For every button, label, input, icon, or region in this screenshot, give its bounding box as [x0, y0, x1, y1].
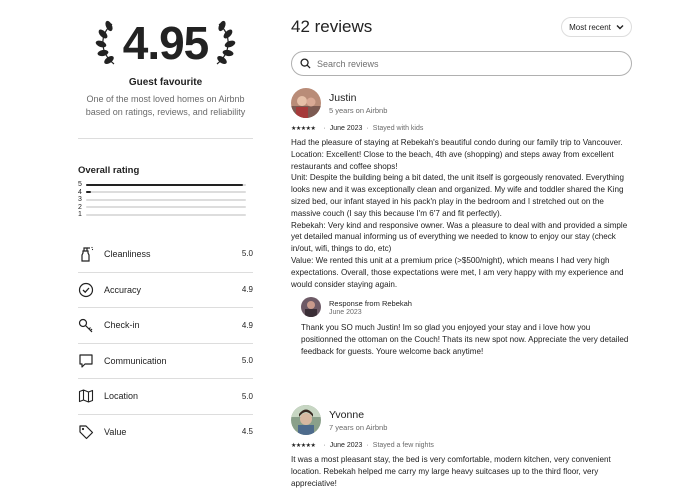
category-rating-check-in: Check-in 4.9	[78, 307, 253, 343]
host-response-title: Response from Rebekah	[329, 298, 412, 308]
overall-rating-title: Overall rating	[78, 165, 140, 176]
separator-dot: ·	[323, 442, 326, 449]
category-value: 4.5	[241, 427, 253, 437]
key-icon	[78, 317, 94, 333]
category-label: Location	[104, 391, 139, 402]
rating-bar-row: 3	[78, 196, 253, 204]
rating-bar-track	[86, 183, 246, 186]
search-input[interactable]	[317, 58, 617, 69]
rating-bar-row: 1	[78, 211, 253, 219]
rating-bar-fill	[86, 191, 91, 194]
category-rating-accuracy: Accuracy 4.9	[78, 271, 253, 308]
review-header: Justin 5 years on Airbnb	[291, 88, 633, 118]
category-value: 4.9	[241, 320, 253, 330]
stay-type: Stayed a few nights	[372, 442, 434, 449]
separator-dot: ·	[323, 125, 326, 132]
review-text: Had the pleasure of staying at Rebekah's…	[291, 138, 628, 289]
rating-bar-label: 2	[78, 203, 82, 211]
category-label: Check-in	[104, 320, 140, 331]
sort-dropdown[interactable]: Most recent	[561, 17, 632, 37]
reviewer-tenure: 7 years on Airbnb	[329, 422, 388, 432]
spray-bottle-icon	[78, 246, 94, 262]
category-rating-communication: Communication 5.0	[78, 342, 253, 379]
guest-favourite-description: One of the most loved homes on Airbnb ba…	[85, 94, 246, 117]
sort-label: Most recent	[569, 22, 611, 32]
host-response: Response from Rebekah June 2023 Thank yo…	[301, 297, 633, 357]
rating-bar-label: 4	[78, 188, 82, 196]
overall-rating: Overall rating 54321	[78, 165, 253, 219]
rating-bar-track	[86, 206, 246, 209]
category-label: Cleanliness	[104, 248, 151, 259]
rating-bar-row: 5	[78, 181, 253, 189]
category-rating-cleanliness: Cleanliness 5.0	[78, 236, 253, 272]
reviewer-name[interactable]: Justin	[329, 92, 387, 104]
chevron-down-icon	[616, 25, 624, 30]
category-value: 5.0	[241, 356, 253, 366]
rating-bar-label: 5	[78, 181, 82, 189]
review-item: Yvonne 7 years on Airbnb ★★★★★ · June 20…	[291, 405, 633, 489]
category-label: Accuracy	[104, 284, 142, 295]
host-response-date: June 2023	[329, 308, 362, 316]
category-value: 5.0	[241, 391, 253, 401]
category-label: Communication	[104, 355, 167, 366]
rating-bar-track	[86, 198, 246, 201]
rating-bar-label: 1	[78, 211, 82, 219]
review-item: Justin 5 years on Airbnb ★★★★★ · June 20…	[291, 88, 633, 358]
map-icon	[78, 388, 94, 404]
search-reviews-field[interactable]	[291, 51, 632, 76]
rating-bar-track	[86, 191, 246, 194]
reviews-count-title: 42 reviews	[291, 17, 373, 36]
rating-bar-fill	[86, 183, 243, 186]
host-response-text: Thank you SO much Justin! Im so glad you…	[301, 323, 629, 356]
review-date: June 2023	[329, 125, 363, 132]
rating-bar-row: 4	[78, 189, 253, 197]
reviewer-tenure: 5 years on Airbnb	[329, 105, 388, 115]
host-avatar[interactable]	[301, 297, 321, 318]
rating-distribution: 54321	[78, 181, 253, 219]
stay-type: Stayed with kids	[372, 125, 424, 132]
reviewer-avatar[interactable]	[291, 405, 321, 435]
category-ratings: Cleanliness 5.0 Accuracy 4.9 Check-in 4.9 Comm…	[78, 236, 253, 449]
summary-divider	[78, 138, 253, 139]
rating-bar-row: 2	[78, 204, 253, 212]
review-text: It was a most pleasant stay, the bed is …	[291, 455, 611, 488]
laurel-left-icon	[95, 20, 115, 65]
rating-bar-track	[86, 213, 246, 216]
category-rating-location: Location 5.0	[78, 378, 253, 414]
review-rating-line: ★★★★★ · June 2023 · Stayed a few nights	[291, 442, 633, 449]
separator-dot: ·	[366, 442, 369, 449]
category-label: Value	[104, 426, 127, 437]
tag-icon	[78, 424, 94, 440]
star-rating: ★★★★★	[291, 443, 316, 449]
guest-favourite-title: Guest favourite	[128, 77, 203, 88]
separator-dot: ·	[366, 125, 369, 132]
chat-bubble-icon	[78, 353, 94, 369]
category-value: 4.9	[241, 285, 253, 295]
check-circle-icon	[78, 282, 94, 298]
review-date: June 2023	[329, 442, 363, 449]
star-rating: ★★★★★	[291, 126, 316, 132]
search-icon	[300, 58, 311, 69]
category-rating-value: Value 4.5	[78, 413, 253, 450]
review-header: Yvonne 7 years on Airbnb	[291, 405, 633, 435]
laurel-right-icon	[216, 20, 236, 65]
host-response-header: Response from Rebekah June 2023	[301, 297, 633, 318]
overall-score: 4.95	[122, 17, 210, 69]
reviewer-name[interactable]: Yvonne	[329, 409, 387, 421]
rating-bar-label: 3	[78, 196, 82, 204]
score-block: 4.95	[78, 14, 253, 72]
category-value: 5.0	[241, 249, 253, 259]
review-rating-line: ★★★★★ · June 2023 · Stayed with kids	[291, 125, 633, 132]
rating-summary: 4.95 Guest favourite One of the most lov…	[78, 12, 253, 118]
reviewer-avatar[interactable]	[291, 88, 321, 118]
